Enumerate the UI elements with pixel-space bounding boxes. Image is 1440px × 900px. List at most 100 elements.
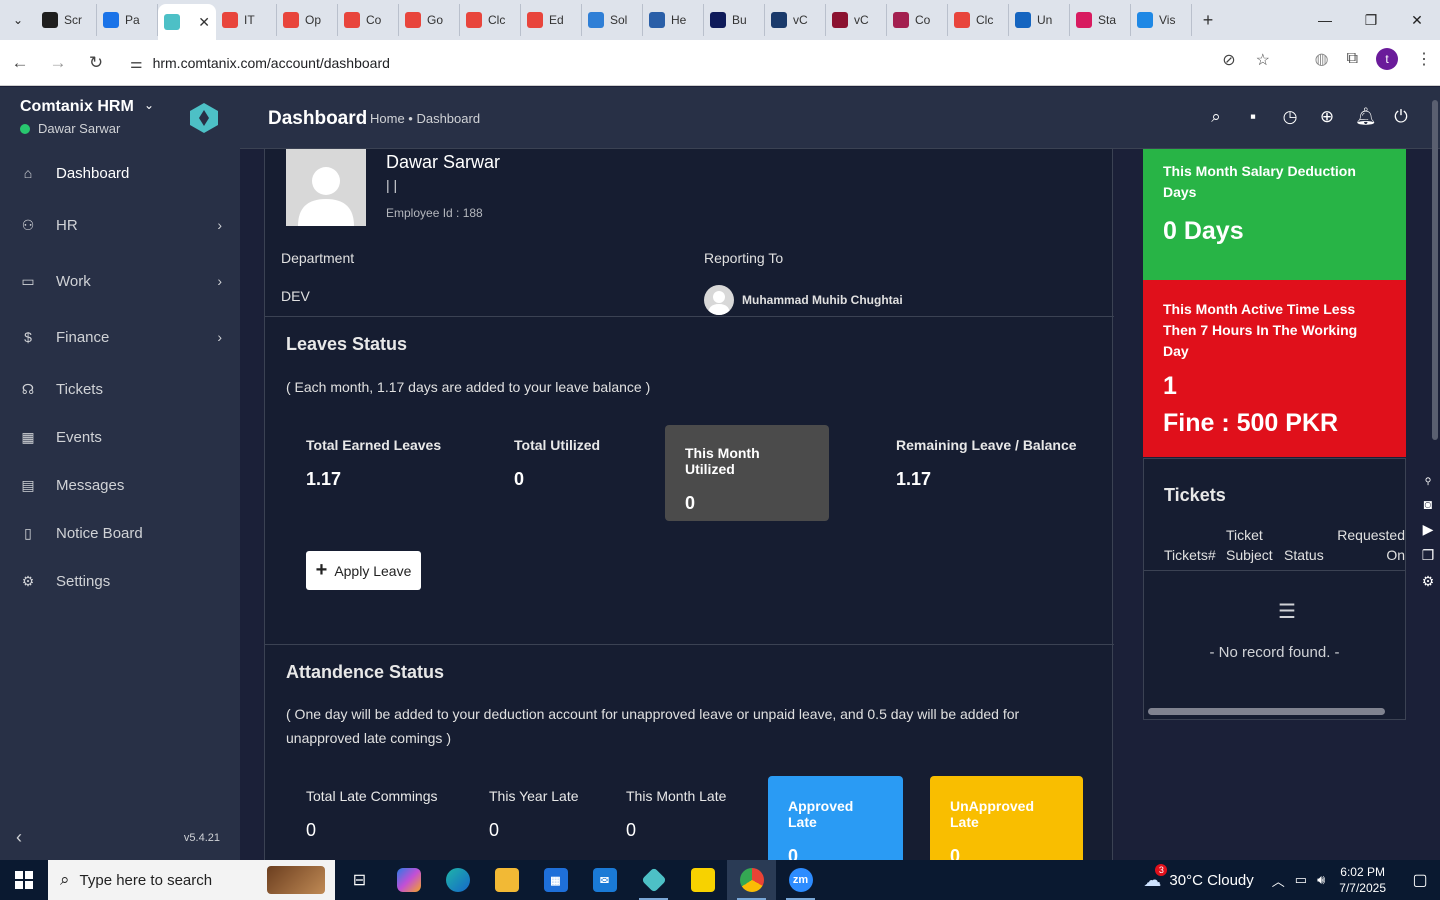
- clock-time: 6:02 PM: [1340, 865, 1385, 879]
- url-text: hrm.comtanix.com/account/dashboard: [152, 55, 390, 71]
- back-icon[interactable]: ←: [2, 45, 38, 81]
- sidebar-item-finance[interactable]: $ Finance ›: [0, 309, 240, 365]
- bookmark-star-icon[interactable]: ☆: [1256, 50, 1270, 70]
- mail-icon[interactable]: ✉: [580, 860, 629, 900]
- sidebar-item-dashboard[interactable]: ⌂ Dashboard: [0, 149, 240, 197]
- reporting-to-person[interactable]: Muhammad Muhib Chughtai: [704, 285, 903, 315]
- bell-icon[interactable]: 🔔︎: [1355, 107, 1377, 127]
- notifications-icon[interactable]: ▢: [1400, 870, 1440, 890]
- url-field[interactable]: ⚌ hrm.comtanix.com/account/dashboard: [118, 46, 1268, 80]
- browser-tab[interactable]: Clc: [460, 4, 521, 36]
- reporting-to-label: Reporting To: [704, 250, 784, 266]
- camera-icon[interactable]: ◙: [1424, 496, 1432, 512]
- sidebar-item-tickets[interactable]: ☊ Tickets: [0, 365, 240, 413]
- tracking-off-icon[interactable]: ⊘: [1222, 50, 1235, 70]
- settings-gear-icon[interactable]: ⚙: [1422, 573, 1435, 590]
- zoom-icon[interactable]: zm: [776, 860, 825, 900]
- browser-tab[interactable]: Bu: [704, 4, 765, 36]
- col-ticket-subject[interactable]: Ticket Subject: [1226, 525, 1278, 565]
- sticky-notes-icon[interactable]: [678, 860, 727, 900]
- translate-icon[interactable]: ◍: [1315, 49, 1329, 69]
- tab-favicon-icon: [649, 12, 665, 28]
- browser-tab[interactable]: Ed: [521, 4, 582, 36]
- sidebar-item-notice-board[interactable]: ▯ Notice Board: [0, 509, 240, 557]
- breadcrumb[interactable]: Home • Dashboard: [370, 111, 480, 126]
- clock[interactable]: 6:02 PM 7/7/2025: [1339, 864, 1386, 896]
- collapse-sidebar-icon[interactable]: ‹: [16, 827, 22, 848]
- col-status[interactable]: Status: [1284, 545, 1324, 565]
- close-tab-icon[interactable]: ✕: [198, 14, 210, 31]
- taskbar-search-input[interactable]: ⌕ Type here to search: [48, 860, 335, 900]
- browser-tab[interactable]: vC: [826, 4, 887, 36]
- page-scrollbar[interactable]: [1432, 100, 1438, 440]
- browser-tab[interactable]: Co: [338, 4, 399, 36]
- copy-icon[interactable]: ❐: [1422, 547, 1435, 564]
- restore-icon[interactable]: ❐: [1348, 0, 1394, 40]
- browser-tab[interactable]: IT: [216, 4, 277, 36]
- browser-tab[interactable]: Go: [399, 4, 460, 36]
- sidebar-item-messages[interactable]: ▤ Messages: [0, 461, 240, 509]
- taskbar-search-placeholder: Type here to search: [79, 871, 213, 889]
- search-icon[interactable]: ⌕: [1207, 107, 1225, 127]
- sidebar-item-label: Events: [56, 428, 102, 446]
- browser-tab[interactable]: He: [643, 4, 704, 36]
- sidebar-item-hr[interactable]: ⚇ HR ›: [0, 197, 240, 253]
- gear-icon: ⚙: [21, 572, 35, 589]
- power-icon[interactable]: ⏻: [1392, 107, 1410, 127]
- new-tab-icon[interactable]: +: [1192, 10, 1224, 31]
- header-actions: ⌕ ▪ ◷ ⊕ 🔔︎ ⏻: [1207, 107, 1410, 127]
- tab-label: Sta: [1098, 13, 1117, 27]
- browser-tab[interactable]: Un: [1009, 4, 1070, 36]
- browser-tab[interactable]: Clc: [948, 4, 1009, 36]
- windows-start-icon[interactable]: [0, 860, 48, 900]
- sidebar-item-work[interactable]: ▭ Work ›: [0, 253, 240, 309]
- browser-tab[interactable]: Co: [887, 4, 948, 36]
- col-requested-on[interactable]: Requested On: [1332, 525, 1405, 565]
- edge-icon[interactable]: [433, 860, 482, 900]
- browser-tab[interactable]: ✕: [158, 4, 216, 40]
- file-explorer-icon[interactable]: [482, 860, 531, 900]
- tab-label: Sol: [610, 13, 628, 27]
- plus-icon: +: [315, 559, 328, 581]
- approved-late-card: Approved Late 0: [768, 776, 903, 866]
- network-icon[interactable]: ▭: [1295, 872, 1307, 888]
- site-info-icon[interactable]: ⚌: [130, 55, 143, 72]
- tickets-scrollbar[interactable]: [1148, 708, 1385, 715]
- sidebar-item-settings[interactable]: ⚙ Settings: [0, 557, 240, 605]
- browser-tab[interactable]: Op: [277, 4, 338, 36]
- tab-search-icon[interactable]: ⌄: [0, 0, 36, 40]
- chevron-up-icon[interactable]: ︿: [1272, 871, 1285, 890]
- hrm-app-icon[interactable]: [629, 860, 678, 900]
- browser-tab[interactable]: Scr: [36, 4, 97, 36]
- copilot-icon[interactable]: [384, 860, 433, 900]
- forward-icon[interactable]: →: [40, 45, 76, 81]
- extensions-icon[interactable]: ⧉: [1347, 50, 1358, 68]
- brand-name[interactable]: Comtanix HRM: [20, 98, 134, 116]
- app-logo-icon[interactable]: [188, 102, 220, 134]
- task-view-icon[interactable]: ⊟: [335, 860, 384, 900]
- volume-icon[interactable]: 🔊︎: [1317, 872, 1325, 888]
- minimize-icon[interactable]: —: [1302, 0, 1348, 40]
- sidebar-item-events[interactable]: ▦ Events: [0, 413, 240, 461]
- chrome-icon[interactable]: [727, 860, 776, 900]
- weather-widget[interactable]: ☁ 3 30°C Cloudy: [1143, 863, 1254, 891]
- brand-chevron-down-icon[interactable]: ⌄: [144, 98, 154, 112]
- clock-icon[interactable]: ◷: [1281, 107, 1299, 127]
- browser-tab[interactable]: Pa: [97, 4, 158, 36]
- col-tickets-number[interactable]: Tickets#: [1164, 545, 1216, 565]
- notes-icon[interactable]: ▪: [1244, 107, 1262, 127]
- profile-avatar[interactable]: t: [1376, 48, 1398, 70]
- browser-tab[interactable]: Sta: [1070, 4, 1131, 36]
- reload-icon[interactable]: ↻: [78, 45, 114, 81]
- browser-menu-icon[interactable]: ⋮: [1416, 49, 1432, 69]
- browser-tab[interactable]: Vis: [1131, 4, 1192, 36]
- apply-leave-button[interactable]: + Apply Leave: [306, 551, 421, 590]
- add-circle-icon[interactable]: ⊕: [1318, 107, 1336, 127]
- link-icon[interactable]: ⚲: [1425, 476, 1432, 487]
- video-icon[interactable]: ▶: [1423, 521, 1434, 538]
- browser-tab[interactable]: vC: [765, 4, 826, 36]
- close-window-icon[interactable]: ✕: [1394, 0, 1440, 40]
- tickets-table-header: Tickets# Ticket Subject Status Requested…: [1144, 525, 1405, 571]
- microsoft-store-icon[interactable]: ▦: [531, 860, 580, 900]
- browser-tab[interactable]: Sol: [582, 4, 643, 36]
